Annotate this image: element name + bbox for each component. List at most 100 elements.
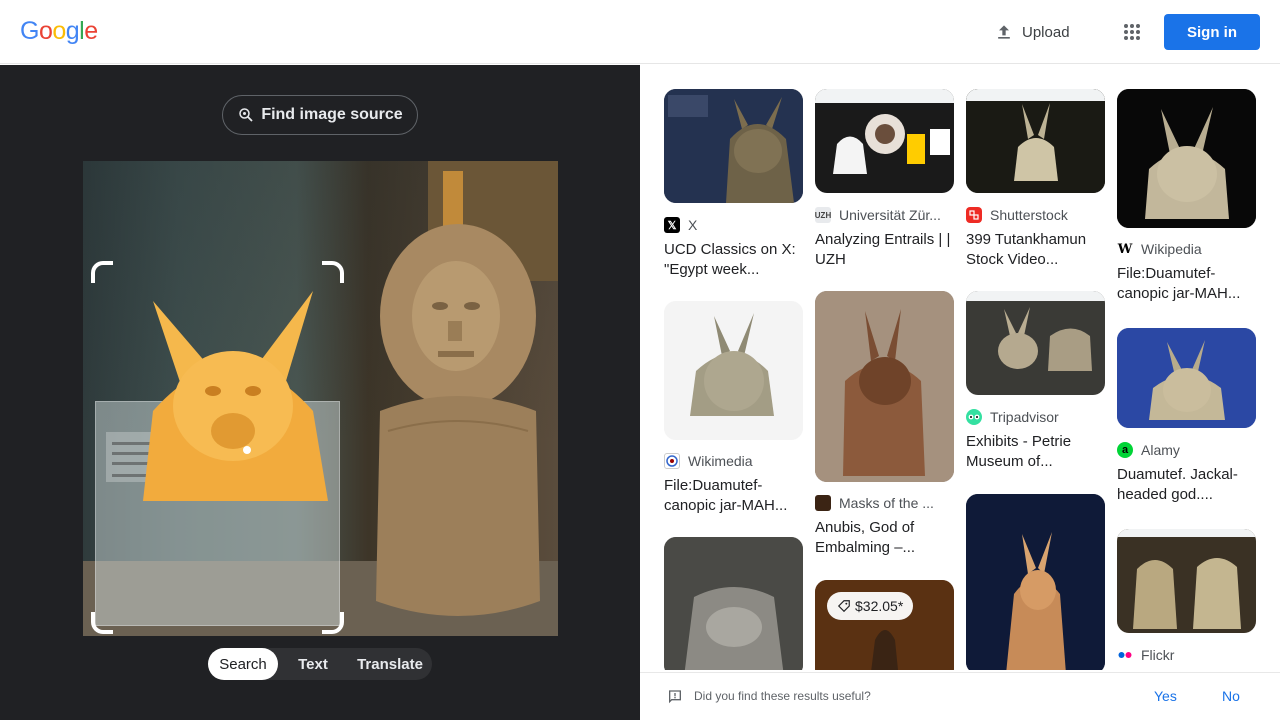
result-thumbnail[interactable] [664,537,803,670]
jackal-head-image [664,89,803,203]
result-thumbnail[interactable] [1117,328,1256,428]
result-source[interactable]: Tripadvisor [966,409,1105,425]
logo-letter: e [84,17,98,45]
result-thumbnail[interactable] [966,494,1105,670]
result-title[interactable]: Duamutef. Jackal-headed god.... [1117,465,1256,505]
result-thumbnail[interactable]: $32.05* [815,580,954,670]
result-thumbnail[interactable] [664,89,803,203]
alamy-icon: a [1117,442,1133,458]
x-icon: 𝕏 [664,217,680,233]
crop-handle-top-right[interactable] [322,261,344,283]
result-thumbnail[interactable] [966,291,1105,395]
sign-in-button[interactable]: Sign in [1164,14,1260,50]
object-dot[interactable] [243,446,251,454]
lens-image-pane: Find image source Search Text Translate [0,65,640,720]
crop-handle-bottom-left[interactable] [91,612,113,634]
logo-letter: G [20,17,39,45]
upload-icon [998,25,1010,39]
result-thumbnail[interactable] [815,291,954,482]
result-source-name: Tripadvisor [990,409,1059,425]
result-card[interactable]: W Wikipedia File:Duamutef-canopic jar-MA… [1117,89,1256,302]
logo-letter: o [52,17,66,45]
result-title[interactable]: File:Duamutef-canopic jar-MAH... [1117,264,1256,304]
result-source-name: Wikipedia [1141,241,1202,257]
result-title[interactable]: Analyzing Entrails | | UZH [815,230,954,270]
uzh-icon: UZH [815,207,831,223]
feedback-icon [669,690,681,704]
result-card[interactable]: a Alamy Duamutef. Jackal-headed god.... [1117,328,1256,503]
logo-letter: o [38,17,53,45]
result-card[interactable]: Flickr [1117,529,1256,663]
result-card[interactable]: Shutterstock 399 Tutankhamun Stock Video… [966,89,1105,268]
shutterstock-icon [966,207,982,223]
result-card[interactable]: $32.05* [815,580,954,670]
result-card[interactable]: Tripadvisor Exhibits - Petrie Museum of.… [966,291,1105,470]
tripadvisor-icon [966,409,982,425]
price-tag: $32.05* [827,592,914,620]
jackal-statue-image [966,89,1105,193]
feedback-question: Did you find these results useful? [694,689,871,703]
tab-text[interactable]: Text [278,648,348,680]
crop-handle-top-left[interactable] [91,261,113,283]
google-logo[interactable]: Google [20,17,98,46]
statue-image [664,537,803,670]
result-source-name: Wikimedia [688,453,753,469]
result-card[interactable]: Masks of the ... Anubis, God of Embalmin… [815,291,954,556]
result-thumbnail[interactable] [1117,89,1256,228]
flickr-icon [1117,647,1133,663]
query-image[interactable] [83,161,558,636]
result-source[interactable]: a Alamy [1117,442,1256,458]
result-source[interactable]: Flickr [1117,647,1256,663]
tag-icon [837,600,850,613]
result-source-name: Shutterstock [990,207,1068,223]
result-card[interactable] [664,537,803,670]
result-source[interactable]: Shutterstock [966,207,1105,223]
result-source[interactable]: UZH Universität Zür... [815,207,954,223]
find-image-source-label: Find image source [261,106,403,123]
result-thumbnail[interactable] [966,89,1105,193]
feedback-yes-button[interactable]: Yes [1154,688,1177,704]
upload-button[interactable]: Upload [986,14,1078,50]
result-title[interactable]: File:Duamutef-canopic jar-MAH... [664,476,803,516]
result-source[interactable]: 𝕏 X [664,217,803,233]
result-card[interactable]: Wikimedia File:Duamutef-canopic jar-MAH.… [664,301,803,514]
lens-mode-tabs: Search Text Translate [208,648,432,680]
result-card[interactable]: 𝕏 X UCD Classics on X: "Egypt week... [664,89,803,278]
result-title[interactable]: Anubis, God of Embalming –... [815,518,954,558]
tab-search[interactable]: Search [208,648,278,680]
find-image-source-button[interactable]: Find image source [222,95,418,135]
result-thumbnail[interactable] [815,89,954,193]
jackal-head-image [1117,328,1256,428]
apps-grid-icon [1124,24,1140,40]
result-source-name: Alamy [1141,442,1180,458]
result-title[interactable]: UCD Classics on X: "Egypt week... [664,240,803,280]
canopic-jars-image [1117,529,1256,633]
result-source-name: Masks of the ... [839,495,934,511]
crop-selection[interactable] [91,261,344,634]
price-value: $32.05* [855,598,904,614]
result-title[interactable]: Exhibits - Petrie Museum of... [966,432,1105,472]
result-source[interactable]: Wikimedia [664,453,803,469]
apps-button[interactable] [1116,16,1148,48]
result-source[interactable]: W Wikipedia [1117,241,1256,257]
result-title[interactable]: 399 Tutankhamun Stock Video... [966,230,1105,270]
canopic-jar-human-head [376,224,540,616]
tab-translate[interactable]: Translate [348,648,432,680]
top-bar: Google Upload Sign in [0,0,1280,64]
museum-case-image [966,291,1105,395]
feedback-no-button[interactable]: No [1222,688,1240,704]
result-thumbnail[interactable] [1117,529,1256,633]
result-card[interactable] [966,494,1105,670]
result-card[interactable]: UZH Universität Zür... Analyzing Entrail… [815,89,954,268]
jackal-head-image [1117,89,1256,228]
upload-label: Upload [1022,23,1070,41]
wikipedia-icon: W [1117,241,1133,257]
anubis-figure-image [966,494,1105,670]
logo-letter: g [65,17,80,45]
result-source-name: Flickr [1141,647,1175,663]
result-thumbnail[interactable] [664,301,803,440]
anubis-jar-image [815,291,954,482]
visual-matches: 𝕏 X UCD Classics on X: "Egypt week... Wi… [640,65,1280,670]
result-source[interactable]: Masks of the ... [815,495,954,511]
masks-icon [815,495,831,511]
